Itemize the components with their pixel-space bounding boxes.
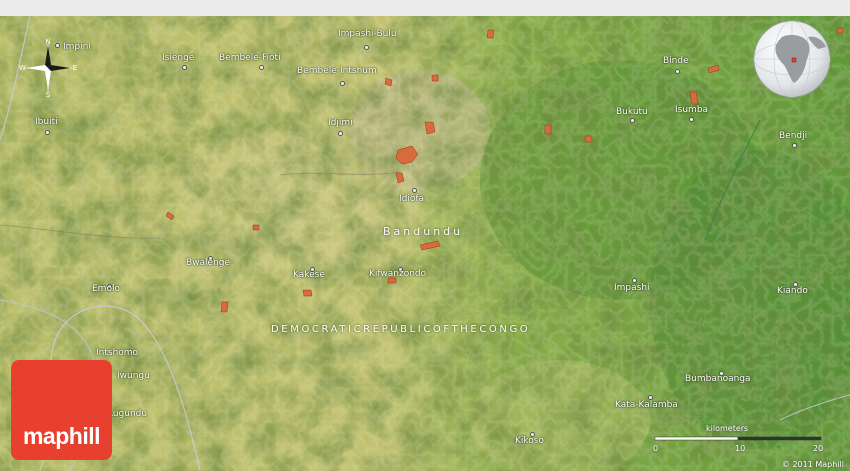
place-label: Ibuiti: [35, 117, 58, 127]
place-label: Bukutu: [616, 107, 648, 117]
place-label: Impashi-Bulu: [338, 29, 397, 39]
place-label: Idiofa: [399, 194, 425, 204]
svg-text:E: E: [73, 64, 77, 72]
region-label: Bandundu: [383, 225, 464, 238]
compass-rose-icon: N S E W: [18, 38, 78, 99]
scale-end: 20: [813, 444, 824, 453]
place-dot: [259, 65, 264, 70]
copyright-text: © 2011 Maphill: [781, 460, 844, 469]
logo-text: maphill: [22, 423, 101, 449]
place-label: Kifwanzondo: [369, 269, 427, 279]
place-label: Kakese: [293, 270, 325, 280]
place-label: Lugundu: [108, 409, 148, 419]
map-view[interactable]: Impashi-Bulu Impini Isienge Bembele-Fiot…: [0, 0, 850, 471]
place-dot: [340, 81, 345, 86]
place-label: Bembele-Fioti: [219, 53, 281, 63]
scale-mid: 10: [735, 444, 746, 453]
place-label: Bumbanoanga: [685, 374, 751, 384]
svg-text:N: N: [45, 38, 50, 46]
place-label: Kiando: [777, 286, 808, 296]
place-dot: [792, 143, 797, 148]
place-dot: [45, 130, 50, 135]
place-label: Idjimi: [328, 118, 353, 128]
place-dot: [675, 69, 680, 74]
place-dot: [364, 45, 369, 50]
scale-title: kilometers: [706, 424, 749, 433]
place-dot: [182, 65, 187, 70]
scale-start: 0: [653, 444, 659, 453]
place-label: Bembele-Intshum: [297, 66, 377, 76]
place-label: Intshomo: [96, 348, 139, 358]
place-dot: [689, 117, 694, 122]
place-label: Bendji: [779, 131, 808, 141]
scale-bar: kilometers 0 10 20: [653, 424, 825, 456]
place-label: Binde: [663, 56, 689, 66]
place-label: Kata-Kalamba: [615, 400, 678, 410]
maphill-logo[interactable]: maphill: [11, 360, 112, 460]
place-label: Iwungu: [117, 371, 150, 381]
country-label: DEMOCRATICREPUBLICOFTHECONGO: [271, 324, 531, 335]
place-dot: [412, 188, 417, 193]
place-label: Impashi: [614, 283, 650, 293]
place-label: Isumba: [675, 105, 709, 115]
svg-text:S: S: [46, 91, 51, 98]
place-dot: [630, 118, 635, 123]
locator-globe-icon: [752, 19, 832, 99]
place-label: Isienge: [162, 53, 195, 63]
place-label: Kikoso: [515, 436, 544, 446]
svg-text:W: W: [19, 64, 26, 72]
place-dot: [338, 131, 343, 136]
place-label: Emolo: [92, 284, 120, 294]
place-label: Bwalenge: [186, 258, 231, 268]
